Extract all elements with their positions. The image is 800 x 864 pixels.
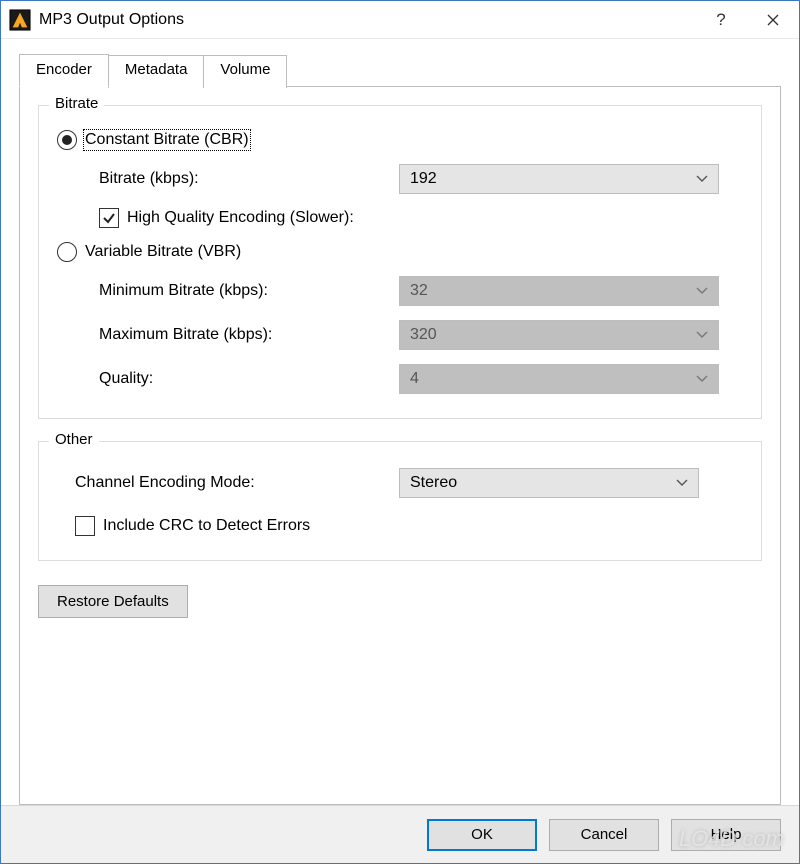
min-bitrate-row: Minimum Bitrate (kbps): 32 — [99, 276, 743, 306]
group-bitrate-legend: Bitrate — [49, 95, 104, 112]
help-button[interactable]: Help — [671, 819, 781, 851]
group-bitrate: Bitrate Constant Bitrate (CBR) Bitrate (… — [38, 105, 762, 419]
radio-cbr-row: Constant Bitrate (CBR) — [57, 130, 743, 150]
channel-row: Channel Encoding Mode: Stereo — [75, 468, 743, 498]
channel-label: Channel Encoding Mode: — [75, 474, 399, 492]
bitrate-row: Bitrate (kbps): 192 — [99, 164, 743, 194]
tabstrip: Encoder Metadata Volume — [19, 53, 781, 86]
bitrate-select[interactable]: 192 — [399, 164, 719, 194]
quality-select: 4 — [399, 364, 719, 394]
client-area: Encoder Metadata Volume Bitrate Constant… — [1, 39, 799, 863]
crc-checkbox[interactable] — [75, 516, 95, 536]
titlebar: MP3 Output Options ? — [1, 1, 799, 39]
quality-label: Quality: — [99, 370, 399, 388]
group-other: Other Channel Encoding Mode: Stereo Incl… — [38, 441, 762, 561]
chevron-down-icon — [696, 282, 708, 300]
dialog-window: MP3 Output Options ? Encoder Metadata Vo… — [0, 0, 800, 864]
hq-label: High Quality Encoding (Slower): — [127, 209, 354, 227]
button-bar: OK Cancel Help — [1, 805, 799, 863]
min-bitrate-label: Minimum Bitrate (kbps): — [99, 282, 399, 300]
restore-defaults-button[interactable]: Restore Defaults — [38, 585, 188, 618]
hq-row: High Quality Encoding (Slower): — [99, 208, 743, 228]
tab-encoder[interactable]: Encoder — [19, 54, 109, 87]
chevron-down-icon — [696, 370, 708, 388]
max-bitrate-value: 320 — [410, 326, 437, 344]
help-icon[interactable]: ? — [695, 1, 747, 38]
radio-cbr-label: Constant Bitrate (CBR) — [85, 131, 249, 149]
radio-vbr-row: Variable Bitrate (VBR) — [57, 242, 743, 262]
crc-label: Include CRC to Detect Errors — [103, 517, 310, 535]
ok-button[interactable]: OK — [427, 819, 537, 851]
bitrate-label: Bitrate (kbps): — [99, 170, 399, 188]
window-title: MP3 Output Options — [39, 11, 184, 29]
radio-cbr[interactable] — [57, 130, 77, 150]
tab-area: Encoder Metadata Volume Bitrate Constant… — [1, 39, 799, 805]
max-bitrate-select: 320 — [399, 320, 719, 350]
channel-select[interactable]: Stereo — [399, 468, 699, 498]
chevron-down-icon — [676, 474, 688, 492]
quality-value: 4 — [410, 370, 419, 388]
min-bitrate-value: 32 — [410, 282, 428, 300]
close-icon[interactable] — [747, 1, 799, 38]
app-icon — [9, 9, 31, 31]
max-bitrate-label: Maximum Bitrate (kbps): — [99, 326, 399, 344]
chevron-down-icon — [696, 170, 708, 188]
radio-vbr-label: Variable Bitrate (VBR) — [85, 243, 241, 261]
hq-checkbox[interactable] — [99, 208, 119, 228]
tab-volume[interactable]: Volume — [203, 55, 287, 88]
min-bitrate-select: 32 — [399, 276, 719, 306]
crc-row: Include CRC to Detect Errors — [75, 516, 743, 536]
tab-panel-encoder: Bitrate Constant Bitrate (CBR) Bitrate (… — [19, 86, 781, 805]
channel-value: Stereo — [410, 474, 457, 492]
tab-metadata[interactable]: Metadata — [108, 55, 205, 88]
group-other-legend: Other — [49, 431, 99, 448]
chevron-down-icon — [696, 326, 708, 344]
bitrate-value: 192 — [410, 170, 437, 188]
max-bitrate-row: Maximum Bitrate (kbps): 320 — [99, 320, 743, 350]
window-controls: ? — [695, 1, 799, 38]
cancel-button[interactable]: Cancel — [549, 819, 659, 851]
quality-row: Quality: 4 — [99, 364, 743, 394]
radio-vbr[interactable] — [57, 242, 77, 262]
